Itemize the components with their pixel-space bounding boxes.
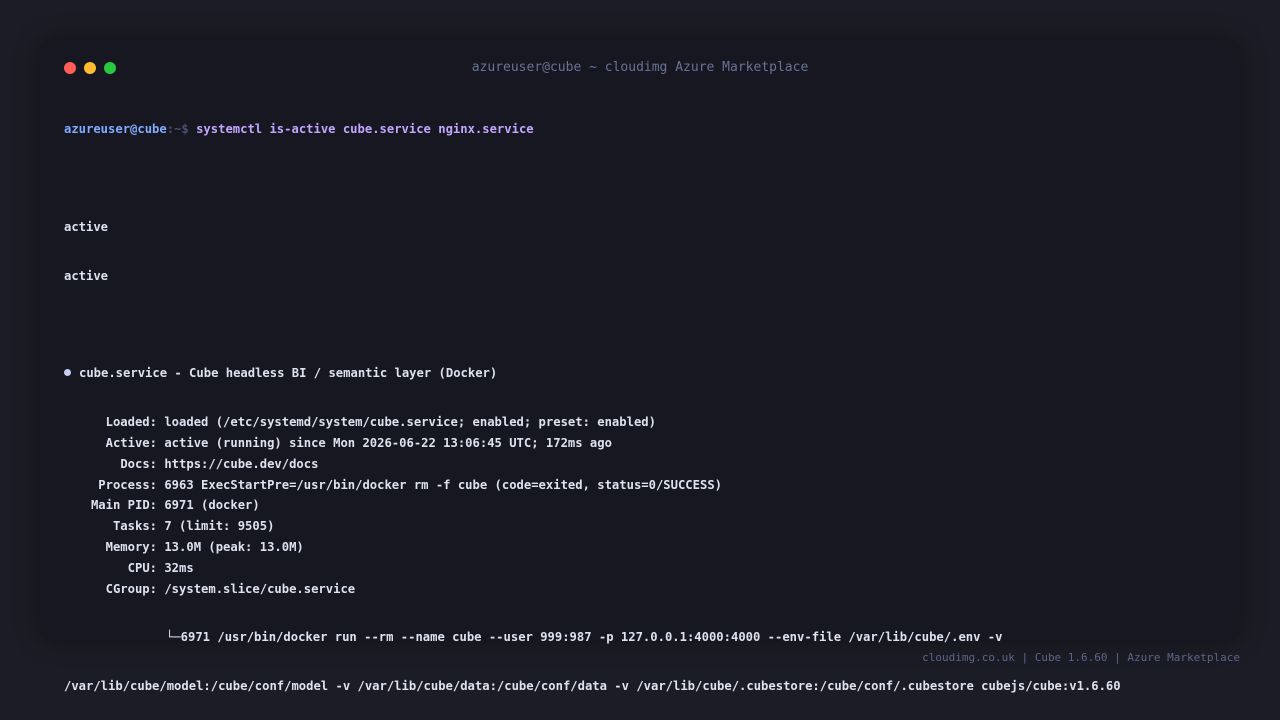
status-field-key: Docs: — [120, 456, 157, 471]
output-line: active — [64, 268, 109, 283]
terminal-window: azureuser@cube ~ cloudimg Azure Marketpl… — [40, 40, 1240, 693]
command-text: systemctl is-active cube.service nginx.s… — [196, 122, 534, 136]
title-bar: azureuser@cube ~ cloudimg Azure Marketpl… — [40, 40, 1240, 96]
status-field-key: Loaded: — [105, 415, 157, 430]
status-field-value: 7 (limit: 9505) — [164, 519, 275, 534]
status-field-key: Memory: — [105, 539, 157, 554]
status-field-row: Docs: https://cube.dev/docs — [64, 454, 1224, 475]
service-header: cube.service - Cube headless BI / semant… — [64, 363, 1224, 384]
status-field-row: Memory: 13.0M (peak: 13.0M) — [64, 537, 1224, 558]
status-field-value: 6971 (docker) — [164, 498, 260, 513]
status-field-row: CGroup: /system.slice/cube.service — [64, 579, 1224, 600]
window-title: azureuser@cube ~ cloudimg Azure Marketpl… — [471, 60, 809, 75]
status-field-row: Main PID: 6971 (docker) — [64, 495, 1224, 516]
status-field-value: loaded (/etc/systemd/system/cube.service… — [164, 415, 656, 430]
status-field-key: CPU: — [127, 560, 157, 575]
wrapped-line: /var/lib/cube/model:/cube/conf/model -v … — [64, 679, 1121, 694]
command-line: azureuser@cube:~$ systemctl is-active cu… — [64, 119, 1224, 140]
status-field-value: active (running) since Mon 2026-06-22 13… — [164, 435, 612, 450]
cgroup-child-text: └─6971 /usr/bin/docker run --rm --name c… — [166, 630, 1003, 645]
status-field-value: 32ms — [164, 560, 194, 575]
footer-text: cloudimg.co.uk | Cube 1.6.60 | Azure Mar… — [922, 651, 1240, 664]
cgroup-child-line: └─6971 /usr/bin/docker run --rm --name c… — [64, 627, 1224, 648]
status-field-row: Process: 6963 ExecStartPre=/usr/bin/dock… — [64, 475, 1224, 496]
status-field-row: CPU: 32ms — [64, 558, 1224, 579]
status-field-value: 13.0M (peak: 13.0M) — [164, 539, 304, 554]
status-dot-icon — [64, 369, 71, 377]
status-field-value: https://cube.dev/docs — [164, 456, 319, 471]
status-field-row: Loaded: loaded (/etc/systemd/system/cube… — [64, 412, 1224, 433]
terminal-output[interactable]: azureuser@cube:~$ systemctl is-active cu… — [64, 91, 1224, 720]
status-field-row: Tasks: 7 (limit: 9505) — [64, 516, 1224, 537]
status-field-key: Main PID: — [90, 498, 157, 513]
status-field-row: Active: active (running) since Mon 2026-… — [64, 433, 1224, 454]
status-field-key: Process: — [98, 477, 157, 492]
status-fields: Loaded: loaded (/etc/systemd/system/cube… — [64, 412, 1224, 599]
prompt-path: :~$ — [166, 122, 197, 136]
status-field-key: CGroup: — [105, 581, 157, 596]
status-field-value: 6963 ExecStartPre=/usr/bin/docker rm -f … — [164, 477, 722, 492]
service-header-text: cube.service - Cube headless BI / semant… — [79, 366, 498, 381]
status-field-value: /system.slice/cube.service — [164, 581, 356, 596]
status-field-key: Tasks: — [112, 519, 157, 534]
output-line: active — [64, 219, 109, 234]
prompt-user-host: azureuser@cube — [64, 122, 167, 136]
status-field-key: Active: — [105, 435, 157, 450]
